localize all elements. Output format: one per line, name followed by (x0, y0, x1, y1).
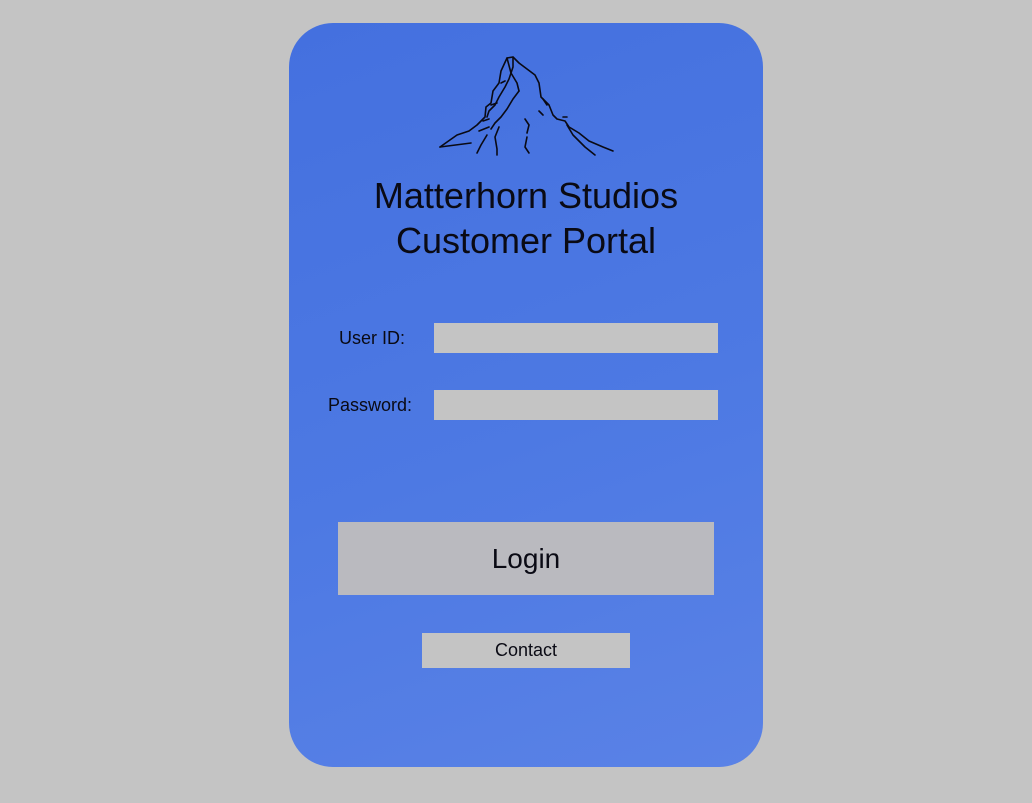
user-id-label: User ID: (339, 328, 406, 348)
login-page: Matterhorn Studios Customer Portal User … (0, 0, 1032, 803)
contact-button[interactable]: Contact (422, 633, 630, 668)
page-title: Matterhorn Studios Customer Portal (289, 173, 763, 263)
password-label: Password: (328, 395, 413, 415)
password-input[interactable] (434, 390, 718, 420)
login-card: Matterhorn Studios Customer Portal User … (289, 23, 763, 767)
user-id-input[interactable] (434, 323, 718, 353)
title-line-2: Customer Portal (395, 220, 657, 261)
title-line-1: Matterhorn Studios (373, 175, 679, 216)
login-button[interactable]: Login (338, 522, 714, 595)
mountain-icon (439, 56, 614, 156)
